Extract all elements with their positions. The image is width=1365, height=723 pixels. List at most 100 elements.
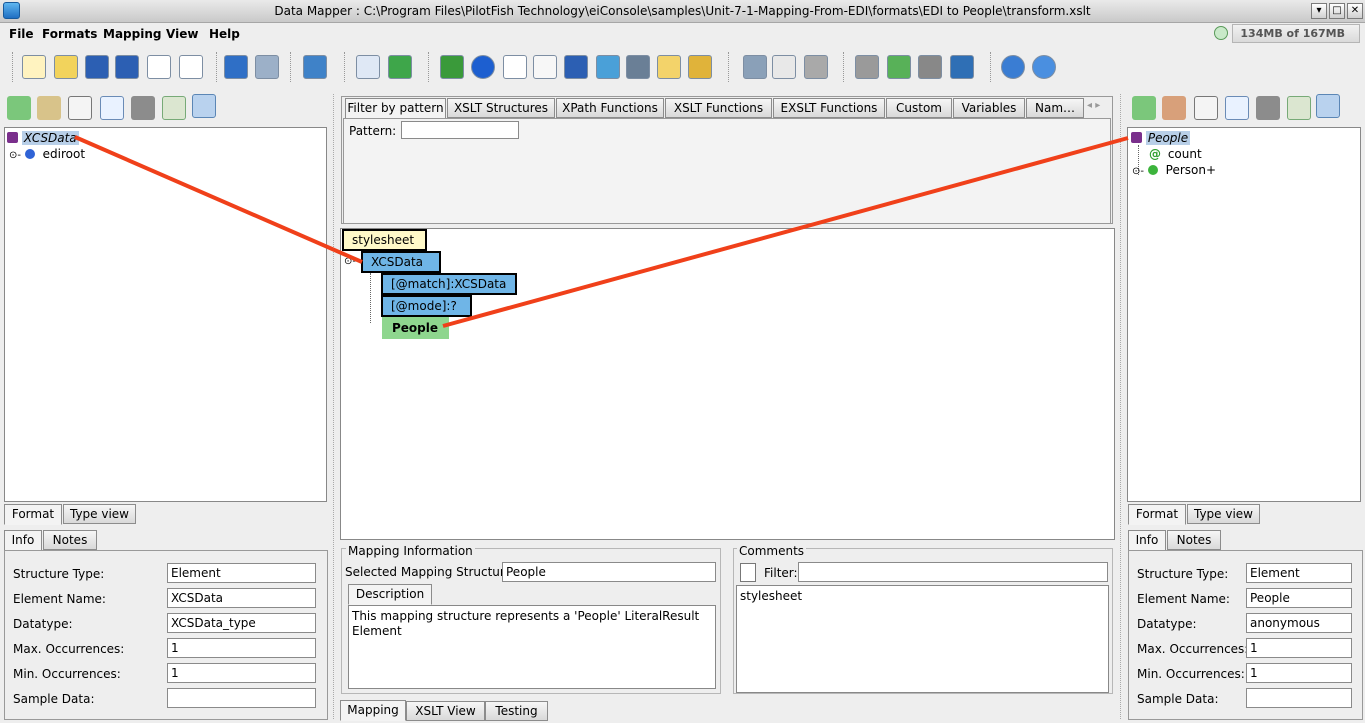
tab-filter-by-pattern[interactable]: Filter by pattern — [345, 98, 446, 119]
search-icon[interactable] — [37, 96, 61, 120]
menu-view[interactable]: View — [166, 27, 198, 41]
expand-icon[interactable]: ⊙- — [1132, 166, 1144, 177]
unmap-icon[interactable] — [192, 94, 216, 118]
node-mode[interactable]: [@mode]:? — [381, 295, 472, 317]
about-icon[interactable] — [1032, 55, 1056, 79]
binoculars-icon[interactable] — [131, 96, 155, 120]
binoculars-icon[interactable] — [1256, 96, 1280, 120]
help-icon[interactable] — [1001, 55, 1025, 79]
expand-icon[interactable]: ⊙- — [344, 256, 356, 267]
expand-icon[interactable]: ⊙- — [9, 150, 21, 161]
zoom-icon[interactable] — [626, 55, 650, 79]
tab-info[interactable]: Info — [4, 530, 42, 551]
tab-notes[interactable]: Notes — [43, 530, 97, 550]
arrow-down-icon[interactable] — [918, 55, 942, 79]
menu-formats[interactable]: Formats — [42, 27, 97, 41]
search-icon[interactable] — [1162, 96, 1186, 120]
save-as-icon[interactable] — [115, 55, 139, 79]
target-tree[interactable]: People @ count ⊙- Person+ — [1127, 127, 1361, 502]
minimize-button[interactable]: ▾ — [1311, 3, 1327, 19]
list-icon[interactable] — [1225, 96, 1249, 120]
ghost-icon[interactable] — [855, 55, 879, 79]
node-template-xcsdata[interactable]: XCSData — [361, 251, 441, 273]
tab-variables[interactable]: Variables — [953, 98, 1025, 118]
cut-icon[interactable] — [743, 55, 767, 79]
add-file-icon[interactable] — [147, 55, 171, 79]
tab-custom[interactable]: Custom — [886, 98, 952, 118]
redo-icon[interactable] — [255, 55, 279, 79]
tab-namespaces[interactable]: Nam… — [1026, 98, 1084, 118]
tab-notes[interactable]: Notes — [1167, 530, 1221, 550]
edit-check-icon[interactable] — [162, 96, 186, 120]
left-max-occurrences-field: 1 — [167, 638, 316, 658]
comments-text[interactable]: stylesheet — [736, 585, 1109, 693]
left-max-occurrences-label: Max. Occurrences: — [13, 642, 125, 656]
export-icon[interactable] — [1132, 96, 1156, 120]
tab-xpath-functions[interactable]: XPath Functions — [556, 98, 664, 118]
tab-testing[interactable]: Testing — [485, 701, 548, 721]
memory-indicator[interactable]: 134MB of 167MB — [1232, 24, 1360, 43]
document-list-icon[interactable] — [533, 55, 557, 79]
tab-type-view[interactable]: Type view — [63, 504, 136, 524]
left-splitter[interactable] — [333, 94, 337, 719]
tree-node-count[interactable]: @ count — [1149, 147, 1202, 161]
node-stylesheet[interactable]: stylesheet — [342, 229, 427, 251]
pattern-input[interactable] — [401, 121, 519, 139]
menu-mapping[interactable]: Mapping — [103, 27, 161, 41]
right-sample-data-field[interactable] — [1246, 688, 1352, 708]
arrow-up-icon[interactable] — [887, 55, 911, 79]
tab-format[interactable]: Format — [1128, 504, 1186, 525]
tools-icon[interactable] — [596, 55, 620, 79]
node-match[interactable]: [@match]:XCSData — [381, 273, 517, 295]
element-icon — [24, 149, 35, 159]
save-disk-icon[interactable] — [564, 55, 588, 79]
notepad-icon[interactable] — [1194, 96, 1218, 120]
node-people[interactable]: People — [382, 317, 449, 339]
database-icon[interactable] — [688, 55, 712, 79]
left-datatype-field: XCSData_type — [167, 613, 316, 633]
tab-info[interactable]: Info — [1128, 530, 1166, 551]
list-icon[interactable] — [356, 55, 380, 79]
menu-file[interactable]: File — [9, 27, 34, 41]
tree-node-person[interactable]: ⊙- Person+ — [1132, 163, 1216, 177]
add-file-alt-icon[interactable] — [179, 55, 203, 79]
tab-xslt-view[interactable]: XSLT View — [406, 701, 485, 721]
edit-check-icon[interactable] — [1287, 96, 1311, 120]
tab-scroll-arrows[interactable]: ◂ ▸ — [1087, 100, 1100, 111]
tab-description[interactable]: Description — [348, 584, 432, 605]
cube-green-icon[interactable] — [440, 55, 464, 79]
info-circle-icon[interactable] — [471, 55, 495, 79]
cubes-icon[interactable] — [388, 55, 412, 79]
comments-filter-input[interactable] — [798, 562, 1108, 582]
export-icon[interactable] — [7, 96, 31, 120]
right-splitter[interactable] — [1120, 94, 1124, 719]
close-button[interactable]: ✕ — [1347, 3, 1363, 19]
menu-help[interactable]: Help — [209, 27, 240, 41]
open-folder-icon[interactable] — [54, 55, 78, 79]
gear-disc-icon[interactable] — [657, 55, 681, 79]
save-icon[interactable] — [85, 55, 109, 79]
maximize-button[interactable]: □ — [1329, 3, 1345, 19]
left-sample-data-field[interactable] — [167, 688, 316, 708]
copy-icon[interactable] — [772, 55, 796, 79]
tree-node-xcsdata[interactable]: XCSData — [7, 131, 79, 145]
tree-node-people[interactable]: People — [1131, 131, 1191, 145]
list-icon[interactable] — [100, 96, 124, 120]
tree-node-ediroot[interactable]: ⊙- ediroot — [9, 147, 85, 161]
notepad-icon[interactable] — [68, 96, 92, 120]
garbage-collect-icon[interactable] — [1214, 26, 1228, 40]
tree-icon[interactable] — [950, 55, 974, 79]
tab-mapping[interactable]: Mapping — [340, 700, 406, 721]
tab-format[interactable]: Format — [4, 504, 62, 525]
unmap-icon[interactable] — [1316, 94, 1340, 118]
source-tree[interactable]: XCSData ⊙- ediroot — [4, 127, 327, 502]
edit-icon[interactable] — [503, 55, 527, 79]
import-icon[interactable] — [303, 55, 327, 79]
tab-xslt-structures[interactable]: XSLT Structures — [447, 98, 555, 118]
tab-xslt-functions[interactable]: XSLT Functions — [665, 98, 772, 118]
undo-icon[interactable] — [224, 55, 248, 79]
tab-exslt-functions[interactable]: EXSLT Functions — [773, 98, 885, 118]
new-file-icon[interactable] — [22, 55, 46, 79]
tab-type-view[interactable]: Type view — [1187, 504, 1260, 524]
paste-icon[interactable] — [804, 55, 828, 79]
